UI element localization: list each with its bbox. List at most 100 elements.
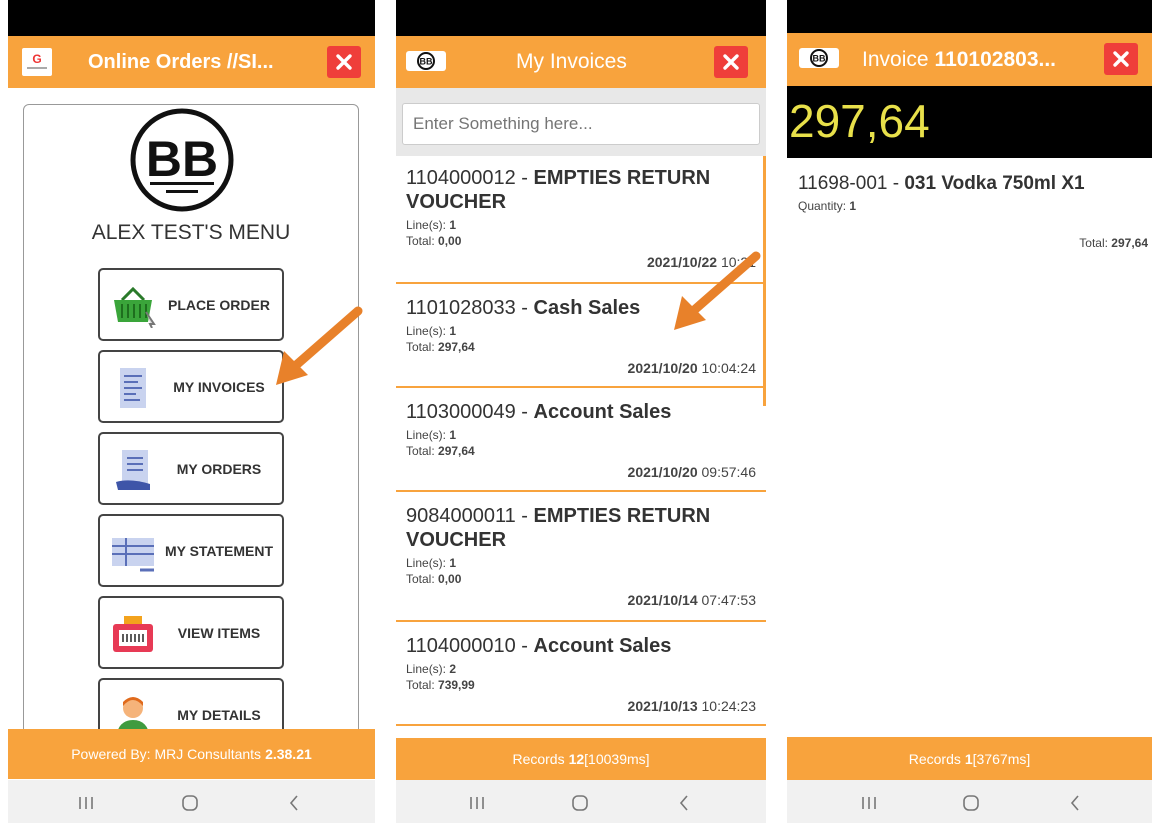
place-order-label: PLACE ORDER: [168, 296, 270, 313]
footer-bar: Records 1 [3767ms]: [787, 737, 1152, 780]
amount-banner: 297,64: [787, 86, 1152, 158]
lines-label: Line(s):: [406, 324, 447, 338]
lines-value: 2: [449, 662, 457, 676]
invoice-type: Account Sales: [533, 401, 672, 423]
home-button[interactable]: [178, 792, 202, 814]
svg-text:G: G: [32, 52, 41, 66]
separator: -: [515, 167, 534, 189]
invoice-date: 2021/10/20: [627, 464, 698, 480]
close-button[interactable]: [714, 46, 748, 78]
separator: -: [887, 173, 905, 194]
brand-logo-icon: BB: [799, 48, 839, 68]
invoice-number: 9084000011: [406, 505, 516, 527]
invoice-heading: 1104000012 - EMPTIES RETURN VOUCHER: [406, 166, 758, 214]
my-statement-label: MY STATEMENT: [164, 542, 274, 559]
invoice-datetime: 2021/10/14 07:47:53: [628, 592, 756, 608]
invoice-date: 2021/10/20: [627, 360, 698, 376]
back-icon: [1070, 795, 1079, 811]
my-statement-button[interactable]: MY STATEMENT: [98, 514, 284, 587]
records-count: 12: [568, 751, 585, 767]
lines-value: 1: [449, 556, 457, 570]
invoice-heading: 1103000049 - Account Sales: [406, 400, 758, 424]
records-label: Records: [908, 750, 961, 767]
invoice-datetime: 2021/10/20 10:04:24: [628, 360, 756, 376]
search-area: [396, 88, 766, 156]
home-button[interactable]: [959, 792, 983, 814]
svg-text:BB: BB: [420, 57, 433, 67]
invoice-date: 2021/10/13: [627, 698, 698, 714]
place-order-button[interactable]: PLACE ORDER: [98, 268, 284, 341]
recent-apps-icon: [862, 797, 876, 809]
invoice-row[interactable]: 1104000010 - Account Sales Line(s): 2 To…: [396, 624, 766, 726]
total-value: 739,99: [438, 678, 475, 692]
app-bar: BB My Invoices: [396, 36, 766, 88]
invoice-time: 10:04:24: [701, 360, 757, 376]
item-code: 11698-001: [798, 173, 888, 194]
quantity-value: 1: [849, 199, 857, 213]
total-label: Total:: [406, 444, 435, 458]
svg-text:BB: BB: [146, 131, 218, 187]
invoice-number: 1104000010: [406, 635, 516, 657]
total-label: Total:: [406, 678, 435, 692]
recent-apps-button[interactable]: [465, 792, 489, 814]
status-bar: [396, 0, 766, 36]
statement-icon: [110, 530, 156, 574]
scrollbar[interactable]: [763, 156, 766, 406]
back-button[interactable]: [1063, 792, 1087, 814]
home-button[interactable]: [568, 792, 592, 814]
invoice-icon: [110, 366, 156, 410]
back-button[interactable]: [282, 792, 306, 814]
invoice-total: Total: 0,00: [406, 234, 461, 248]
total-value: 297,64: [438, 340, 475, 354]
total-value: 297,64: [1111, 236, 1148, 250]
brand-logo-icon: BB: [130, 108, 234, 212]
app-bar: BB Invoice 110102803...: [787, 33, 1152, 86]
view-items-label: VIEW ITEMS: [177, 624, 261, 641]
system-nav-bar: [396, 780, 766, 823]
total-label: Total:: [406, 572, 435, 586]
footer-credit: Powered By: MRJ Consultants: [71, 746, 262, 762]
menu-title: ALEX TEST'S MENU: [91, 221, 291, 244]
close-icon: [1113, 51, 1129, 67]
items-icon: [110, 612, 156, 656]
invoice-number-title: 110102803...: [934, 47, 1057, 71]
status-bar: [8, 0, 375, 36]
invoice-number: 1101028033: [406, 297, 516, 319]
view-items-button[interactable]: VIEW ITEMS: [98, 596, 284, 669]
line-item-total: Total: 297,64: [1079, 236, 1148, 250]
recent-apps-icon: [470, 797, 484, 809]
close-button[interactable]: [327, 46, 361, 78]
footer-bar: Powered By: MRJ Consultants 2.38.21: [8, 729, 375, 779]
footer-bar: Records 12 [10039ms]: [396, 738, 766, 780]
separator: -: [515, 401, 534, 423]
search-input[interactable]: [402, 103, 760, 145]
my-orders-button[interactable]: MY ORDERS: [98, 432, 284, 505]
close-icon: [336, 54, 352, 70]
back-button[interactable]: [672, 792, 696, 814]
app-title: Online Orders //SI...: [88, 50, 274, 73]
invoice-row[interactable]: 9084000011 - EMPTIES RETURN VOUCHER Line…: [396, 494, 766, 622]
invoice-heading: 9084000011 - EMPTIES RETURN VOUCHER: [406, 504, 758, 552]
quantity-label: Quantity:: [798, 199, 847, 213]
title-prefix: Invoice: [862, 47, 929, 71]
separator: -: [515, 297, 534, 319]
load-time: [3767ms]: [972, 750, 1031, 767]
recent-apps-button[interactable]: [74, 792, 98, 814]
my-invoices-button[interactable]: MY INVOICES: [98, 350, 284, 423]
invoice-lines: Line(s): 1: [406, 218, 456, 232]
close-button[interactable]: [1104, 43, 1138, 75]
separator: -: [515, 505, 534, 527]
my-invoices-label: MY INVOICES: [173, 378, 265, 395]
invoice-list[interactable]: 1104000012 - EMPTIES RETURN VOUCHER Line…: [396, 156, 766, 738]
recent-apps-button[interactable]: [857, 792, 881, 814]
invoice-datetime: 2021/10/13 10:24:23: [628, 698, 756, 714]
records-count: 1: [964, 750, 973, 767]
invoice-total: Total: 297,64: [406, 444, 475, 458]
lines-label: Line(s):: [406, 662, 447, 676]
invoice-detail-screen: BB Invoice 110102803... 297,64 11698-001 …: [787, 0, 1152, 823]
invoice-type: Account Sales: [533, 635, 672, 657]
main-menu-screen: G Online Orders //SI... BB ALEX TEST'S M…: [8, 0, 375, 823]
invoice-row[interactable]: 1103000049 - Account Sales Line(s): 1 To…: [396, 390, 766, 492]
annotation-arrow-icon: [674, 251, 761, 330]
svg-text:BB: BB: [813, 54, 826, 64]
